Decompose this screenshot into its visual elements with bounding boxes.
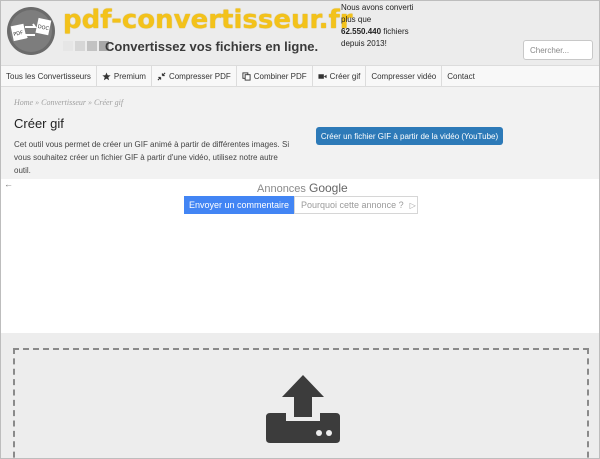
send-feedback-button[interactable]: Envoyer un commentaire — [184, 196, 294, 214]
stats-unit: fichiers — [383, 27, 409, 36]
ad-label: Annonces Google — [257, 181, 348, 195]
tool-description: Cet outil vous permet de créer un GIF an… — [14, 140, 290, 175]
ad-back-arrow-icon[interactable]: ← — [4, 179, 13, 189]
search-input[interactable] — [523, 40, 593, 60]
nav-item-premium[interactable]: Premium — [97, 66, 152, 86]
nav-item-label: Combiner PDF — [253, 71, 307, 81]
page-title: Créer gif — [14, 116, 64, 131]
tool-intro-section: Home » Convertisseur » Créer gif Créer g… — [1, 87, 599, 179]
google-logo-text: Google — [309, 181, 348, 195]
logo-convert-icon[interactable]: PDF DOC — [5, 5, 57, 57]
nav-item-compress-video[interactable]: Compresser vidéo — [366, 66, 443, 86]
main-nav: Tous les Convertisseurs Premium Compress… — [1, 65, 599, 87]
nav-item-label: Tous les Convertisseurs — [6, 71, 91, 81]
stats-since: depuis 2013! — [341, 39, 387, 48]
stats-line1: Nous avons converti — [341, 3, 414, 12]
copy-icon — [242, 71, 251, 81]
adchoices-play-icon: ▷ — [409, 200, 416, 210]
video-camera-icon — [318, 72, 327, 81]
nav-item-combine-pdf[interactable]: Combiner PDF — [237, 66, 313, 86]
stats-count-line: 62.550.440 fichiers — [341, 26, 461, 38]
ad-label-prefix: Annonces — [257, 183, 306, 195]
why-this-ad-button[interactable]: Pourquoi cette annonce ? ▷ — [294, 196, 418, 214]
nav-item-create-gif[interactable]: Créer gif — [313, 66, 367, 86]
nav-item-label: Créer gif — [329, 71, 361, 81]
logo-text[interactable]: pdf-convertisseur.fr — [63, 5, 353, 35]
conversion-stats: Nous avons converti plus que 62.550.440 … — [341, 2, 461, 50]
logo-squares — [63, 41, 109, 51]
compress-icon — [157, 72, 166, 81]
site-header: PDF DOC pdf-convertisseur.fr Convertisse… — [1, 1, 599, 65]
stats-count: 62.550.440 — [341, 27, 382, 36]
gif-from-video-button[interactable]: Créer un fichier GIF à partir de la vidé… — [316, 127, 503, 145]
star-icon — [102, 71, 111, 81]
nav-item-label: Premium — [113, 71, 146, 81]
breadcrumb-section-link[interactable]: Convertisseur — [41, 98, 86, 107]
nav-item-label: Compresser vidéo — [371, 71, 437, 81]
tagline: Convertissez vos fichiers en ligne. — [105, 39, 319, 54]
nav-item-contact[interactable]: Contact — [442, 66, 480, 86]
page-frame: PDF DOC pdf-convertisseur.fr Convertisse… — [0, 0, 600, 459]
breadcrumb-separator: » — [88, 98, 92, 107]
breadcrumb: Home » Convertisseur » Créer gif — [14, 98, 123, 107]
nav-item-all-converters[interactable]: Tous les Convertisseurs — [1, 66, 97, 86]
upload-tray-icon[interactable] — [264, 373, 342, 445]
breadcrumb-current: Créer gif — [94, 98, 124, 107]
breadcrumb-separator: » — [35, 98, 40, 107]
ad-block: ← Annonces Google Envoyer un commentaire… — [1, 179, 599, 333]
nav-item-compress-pdf[interactable]: Compresser PDF — [152, 66, 237, 86]
nav-item-label: Contact — [447, 71, 475, 81]
nav-item-label: Compresser PDF — [168, 71, 231, 81]
stats-line2: plus que — [341, 15, 372, 24]
why-this-ad-label: Pourquoi cette annonce ? — [301, 200, 404, 210]
breadcrumb-home-link[interactable]: Home — [14, 98, 33, 107]
